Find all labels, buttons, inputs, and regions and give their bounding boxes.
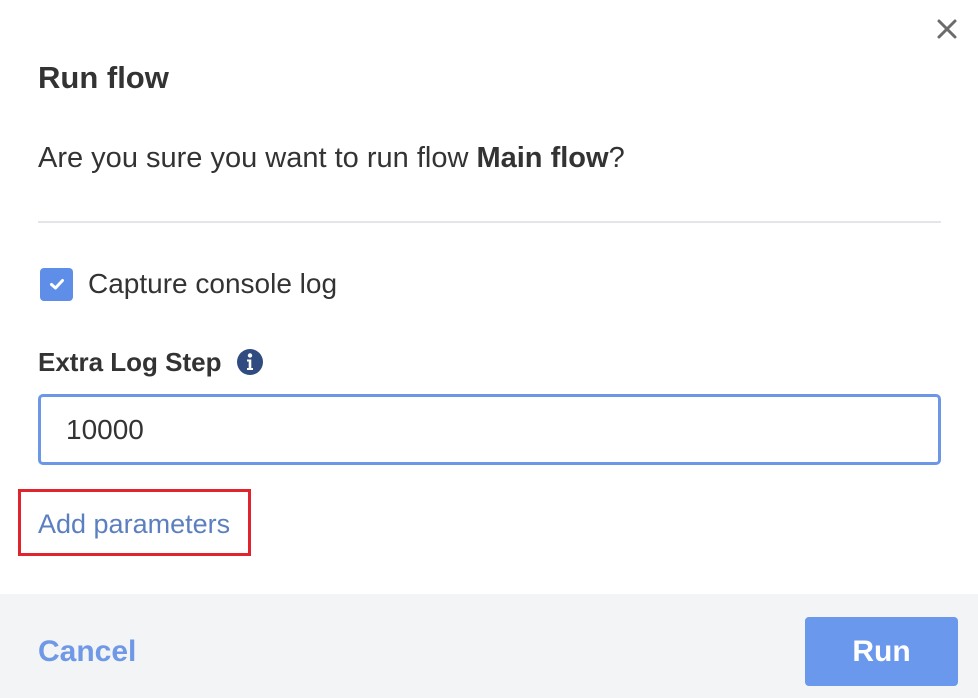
check-icon: [49, 279, 64, 290]
flow-name: Main flow: [476, 142, 609, 174]
add-parameters-link[interactable]: Add parameters: [38, 507, 230, 541]
run-flow-dialog: Run flow Are you sure you want to run fl…: [0, 0, 978, 698]
extra-log-step-label: Extra Log Step: [38, 346, 222, 377]
capture-console-log-label: Capture console log: [88, 268, 338, 299]
run-button[interactable]: Run: [805, 617, 958, 686]
question-suffix: ?: [608, 142, 625, 174]
divider: [38, 221, 941, 223]
capture-console-log-option[interactable]: Capture console log: [40, 266, 337, 302]
capture-console-log-checkbox[interactable]: [40, 267, 73, 301]
confirm-question: Are you sure you want to run flow Main f…: [38, 138, 625, 178]
question-prefix: Are you sure you want to run flow: [38, 142, 477, 174]
dialog-footer: Cancel Run: [0, 594, 978, 698]
cancel-button[interactable]: Cancel: [38, 632, 136, 672]
close-button[interactable]: [932, 14, 962, 44]
dialog-title: Run flow: [38, 60, 169, 95]
close-icon: [937, 19, 957, 39]
extra-log-step-input[interactable]: [38, 394, 941, 465]
extra-log-step-label-row: Extra Log Step: [38, 344, 264, 380]
info-icon[interactable]: [236, 348, 264, 376]
